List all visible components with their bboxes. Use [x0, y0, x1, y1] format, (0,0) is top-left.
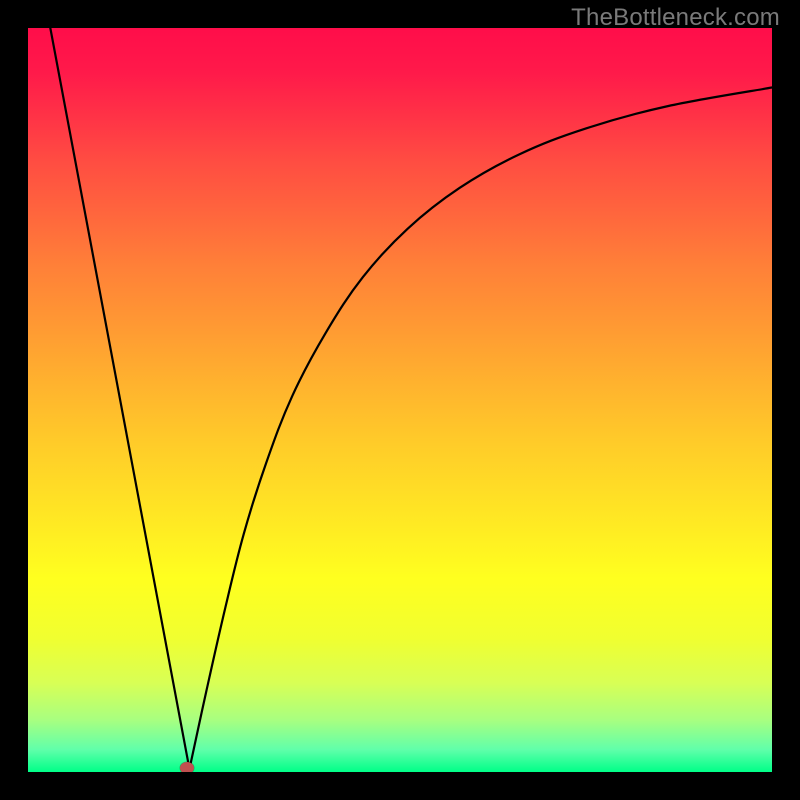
bottleneck-curve-path: [50, 28, 772, 769]
chart-curve: [28, 28, 772, 772]
chart-plot-area: [28, 28, 772, 772]
minimum-marker: [180, 762, 194, 772]
image-frame: TheBottleneck.com: [0, 0, 800, 800]
